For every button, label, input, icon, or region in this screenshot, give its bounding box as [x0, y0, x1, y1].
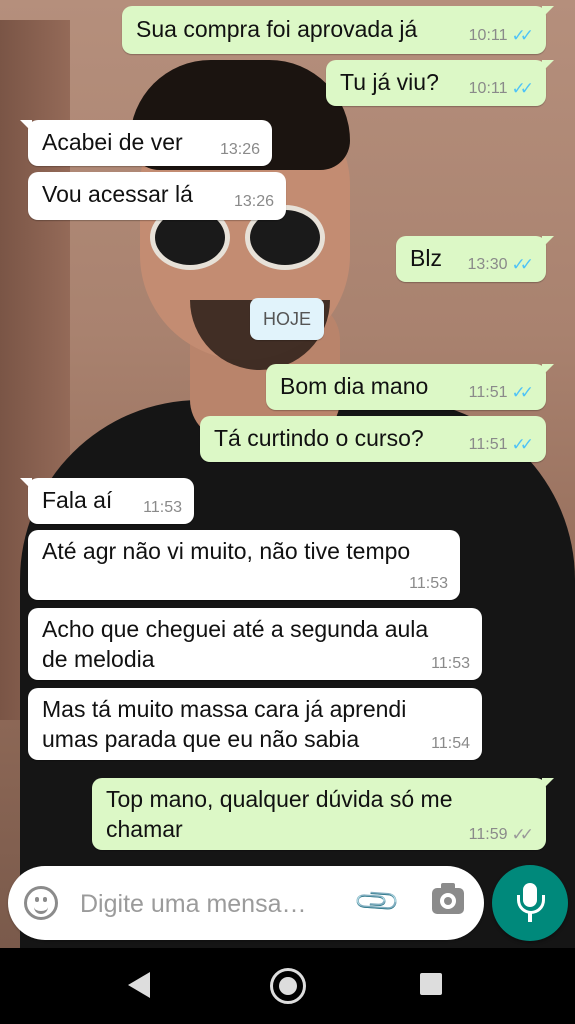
message-text: Tu já viu?: [340, 69, 439, 95]
message-time: 11:53: [409, 575, 448, 592]
message-bubble[interactable]: Acabei de ver 13:26: [20, 120, 272, 166]
message-text: Tá curtindo o curso?: [214, 425, 424, 451]
message-text: Top mano, qualquer dúvida só me chamar: [106, 786, 453, 842]
message-time: 11:53: [431, 655, 470, 672]
message-bubble[interactable]: Bom dia mano 11:51 ✓✓: [266, 364, 554, 410]
message-text: Acho que cheguei até a segunda aula de m…: [42, 616, 429, 672]
message-time: 13:30: [467, 256, 508, 273]
message-text: Blz: [410, 245, 442, 271]
read-ticks-icon: ✓✓: [511, 435, 534, 454]
message-bubble[interactable]: Tu já viu? 10:11 ✓✓: [326, 60, 554, 106]
attach-clip-icon[interactable]: 📎: [350, 874, 407, 931]
camera-icon[interactable]: [432, 883, 464, 914]
message-bubble[interactable]: Mas tá muito massa cara já aprendi umas …: [28, 688, 482, 760]
message-bubble[interactable]: Tá curtindo o curso? 11:51 ✓✓: [200, 416, 546, 462]
message-bubble[interactable]: Acho que cheguei até a segunda aula de m…: [28, 608, 482, 680]
message-text: Mas tá muito massa cara já aprendi umas …: [42, 696, 407, 752]
message-input[interactable]: [78, 885, 352, 923]
message-bubble[interactable]: Até agr não vi muito, não tive tempo 11:…: [28, 530, 460, 600]
home-icon[interactable]: [270, 968, 306, 1004]
message-time: 11:54: [431, 735, 470, 752]
read-ticks-icon: ✓✓: [511, 255, 534, 274]
message-composer: 📎: [8, 866, 484, 940]
message-bubble[interactable]: Fala aí 11:53: [20, 478, 194, 524]
message-text: Acabei de ver: [42, 129, 183, 155]
message-time: 11:53: [143, 499, 182, 516]
message-time: 10:11: [468, 27, 508, 44]
day-separator: HOJE: [250, 298, 324, 340]
back-icon[interactable]: [128, 972, 150, 998]
read-ticks-icon: ✓✓: [511, 79, 534, 98]
message-text: Sua compra foi aprovada já: [136, 16, 418, 42]
read-ticks-icon: ✓✓: [511, 26, 534, 45]
message-text: Até agr não vi muito, não tive tempo: [42, 538, 411, 564]
message-bubble[interactable]: Blz 13:30 ✓✓: [396, 236, 554, 282]
read-ticks-icon: ✓✓: [511, 383, 534, 402]
message-text: Bom dia mano: [280, 373, 429, 399]
message-bubble[interactable]: Sua compra foi aprovada já 10:11 ✓✓: [122, 6, 554, 54]
voice-record-button[interactable]: [492, 865, 568, 941]
message-time: 11:51: [468, 436, 508, 453]
message-time: 10:11: [468, 80, 508, 97]
emoji-icon[interactable]: [24, 886, 58, 920]
recent-apps-icon[interactable]: [420, 973, 442, 995]
message-time: 13:26: [219, 141, 260, 158]
message-time: 11:59: [468, 826, 508, 843]
message-bubble[interactable]: Top mano, qualquer dúvida só me chamar 1…: [92, 778, 554, 850]
message-bubble[interactable]: Vou acessar lá 13:26: [28, 172, 286, 220]
system-navigation-bar: [0, 948, 575, 1024]
delivered-ticks-icon: ✓✓: [511, 825, 534, 844]
message-text: Fala aí: [42, 487, 113, 513]
message-time: 11:51: [468, 384, 508, 401]
message-text: Vou acessar lá: [42, 181, 193, 207]
message-time: 13:26: [233, 193, 274, 210]
